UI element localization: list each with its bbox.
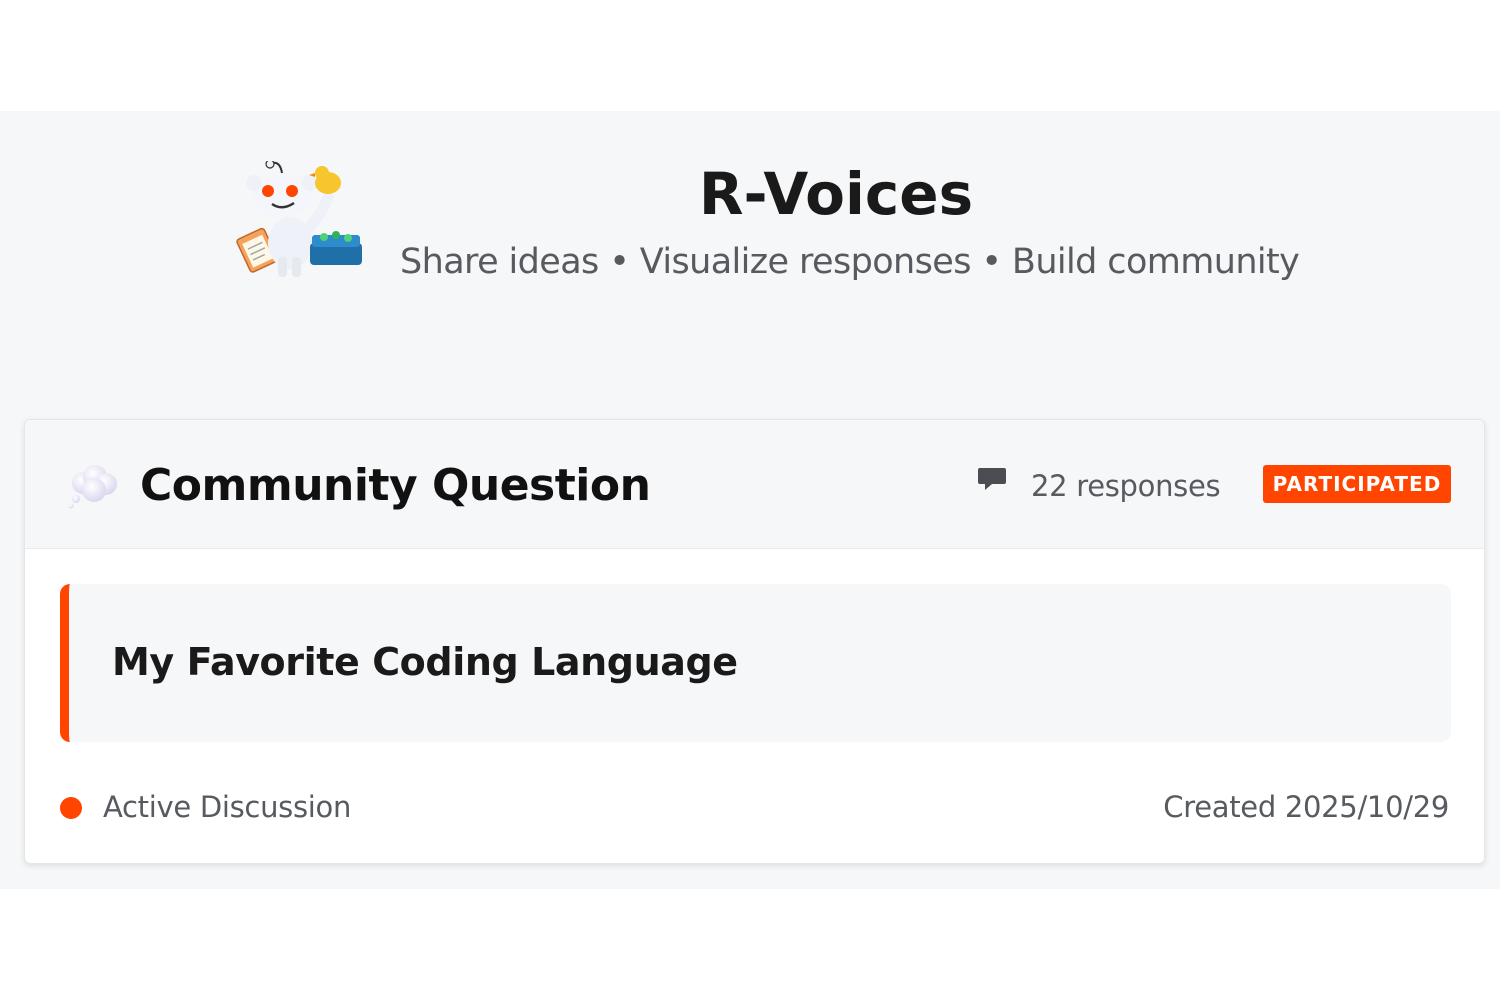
comment-icon: [978, 468, 1006, 490]
card-title: Community Question: [140, 460, 651, 511]
status-label: Active Discussion: [103, 790, 352, 824]
responses-label: 22 responses: [1031, 469, 1221, 503]
participated-badge: PARTICIPATED: [1263, 465, 1451, 503]
app-tagline: Share ideas • Visualize responses • Buil…: [400, 242, 1300, 282]
status-dot: [60, 797, 82, 819]
question-box[interactable]: My Favorite Coding Language: [60, 584, 1451, 742]
thought-bubble-icon: [68, 465, 117, 509]
card-header: Community Question 22 responses PARTICIP…: [25, 420, 1484, 549]
responses-count[interactable]: 22 responses: [977, 466, 1221, 506]
page-header: R-Voices Share ideas • Visualize respons…: [0, 111, 1500, 411]
question-text: My Favorite Coding Language: [112, 640, 738, 684]
snoo-mascot-icon: [236, 161, 362, 277]
app-container: R-Voices Share ideas • Visualize respons…: [0, 111, 1500, 889]
created-date: Created 2025/10/29: [1163, 790, 1449, 824]
community-question-card[interactable]: Community Question 22 responses PARTICIP…: [24, 419, 1485, 864]
app-title: R-Voices: [698, 160, 974, 228]
